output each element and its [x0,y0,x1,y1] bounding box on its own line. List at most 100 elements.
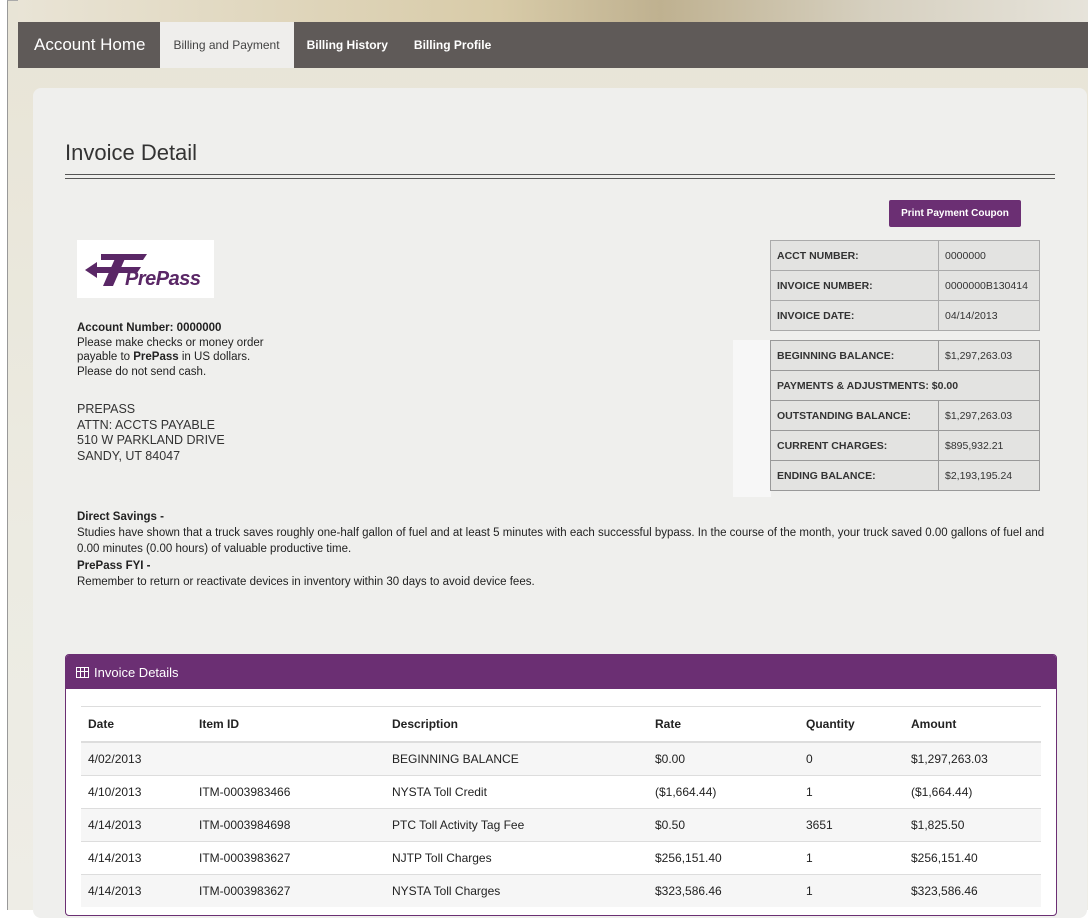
invoice-details-panel: Invoice Details Date Item ID Description… [65,654,1057,916]
direct-savings-text: Studies have shown that a truck saves ro… [77,527,1045,555]
cell-rate: $0.00 [648,741,799,776]
cell-description: PTC Toll Activity Tag Fee [385,808,648,842]
invoice-details-header: Invoice Details [66,655,1056,689]
tab-billing-and-payment[interactable]: Billing and Payment [159,22,294,68]
cell-amount: $1,297,263.03 [904,741,1041,776]
invoice-date-row: INVOICE DATE: 04/14/2013 [770,300,1040,331]
cell-amount: ($1,664.44) [904,775,1041,809]
invoice-details-title: Invoice Details [94,664,179,680]
address-line-4: SANDY, UT 84047 [77,448,181,463]
cell-description: NJTP Toll Charges [385,841,648,875]
tab-billing-profile[interactable]: Billing Profile [401,22,504,68]
cell-rate: $256,151.40 [648,841,799,875]
prepass-fyi: PrePass FYI - Remember to return or reac… [77,558,1067,590]
col-item-id: Item ID [192,706,385,743]
cell-amount: $1,825.50 [904,808,1041,842]
cell-rate: $323,586.46 [648,874,799,907]
instruction-line-1: Please make checks or money order [77,336,264,349]
ending-balance-row: ENDING BALANCE: $2,193,195.24 [770,460,1040,491]
account-number-line: Account Number: 0000000 [77,322,222,334]
table-row: 4/14/2013 ITM-0003984698 PTC Toll Activi… [81,808,1041,842]
payments-adjustments: PAYMENTS & ADJUSTMENTS: $0.00 [770,370,1040,401]
invoice-date-label: INVOICE DATE: [770,300,939,331]
cell-amount: $323,586.46 [904,874,1041,907]
direct-savings-heading: Direct Savings - [77,511,164,523]
table-header-row: Date Item ID Description Rate Quantity A… [81,706,1041,743]
account-summary-table: ACCT NUMBER: 0000000 INVOICE NUMBER: 000… [770,240,1040,331]
title-divider [65,174,1055,179]
cell-date: 4/14/2013 [81,808,192,842]
page-title: Invoice Detail [65,140,198,165]
col-amount: Amount [904,706,1041,743]
outstanding-balance-row: OUTSTANDING BALANCE: $1,297,263.03 [770,400,1040,431]
print-payment-coupon-button[interactable]: Print Payment Coupon [889,200,1021,227]
header-banner [18,0,1088,22]
table-grid-icon [76,666,89,678]
invoice-details-table: Date Item ID Description Rate Quantity A… [81,706,1041,907]
cell-quantity: 3651 [799,808,904,842]
address-line-3: 510 W PARKLAND DRIVE [77,433,225,447]
beginning-balance-value: $1,297,263.03 [938,340,1040,371]
nav-account-home[interactable]: Account Home [18,22,160,68]
cell-date: 4/02/2013 [81,741,192,776]
cell-rate: ($1,664.44) [648,775,799,809]
content-panel: Invoice Detail Print Payment Coupon PreP… [33,88,1087,918]
cell-item-id: ITM-0003983627 [192,841,385,875]
current-charges-row: CURRENT CHARGES: $895,932.21 [770,430,1040,461]
col-date: Date [81,706,192,743]
cell-date: 4/14/2013 [81,841,192,875]
table-row: 4/02/2013 BEGINNING BALANCE $0.00 0 $1,2… [81,741,1041,776]
cell-date: 4/10/2013 [81,775,192,809]
outstanding-balance-value: $1,297,263.03 [938,400,1040,431]
acct-number-label: ACCT NUMBER: [770,240,939,271]
table-row: 4/14/2013 ITM-0003983627 NYSTA Toll Char… [81,874,1041,907]
cell-item-id [192,741,385,776]
table-row: 4/14/2013 ITM-0003983627 NJTP Toll Charg… [81,841,1041,875]
tab-billing-history[interactable]: Billing History [294,22,401,68]
cell-quantity: 1 [799,874,904,907]
fyi-text: Remember to return or reactivate devices… [77,576,535,588]
instruction-line-2: payable to PrePass in US dollars. [77,351,251,363]
acct-number-row: ACCT NUMBER: 0000000 [770,240,1040,271]
cell-description: NYSTA Toll Credit [385,775,648,809]
fyi-heading: PrePass FYI - [77,560,151,572]
invoice-number-label: INVOICE NUMBER: [770,270,939,301]
invoice-number-row: INVOICE NUMBER: 0000000B130414 [770,270,1040,301]
prepass-logo: PrePass [77,240,214,298]
payments-row: PAYMENTS & ADJUSTMENTS: $0.00 [770,370,1040,401]
invoice-date-value: 04/14/2013 [938,300,1040,331]
invoice-number-value: 0000000B130414 [938,270,1040,301]
col-description: Description [385,706,648,743]
cell-rate: $0.50 [648,808,799,842]
current-charges-label: CURRENT CHARGES: [770,430,939,461]
cell-amount: $256,151.40 [904,841,1041,875]
acct-number-value: 0000000 [938,240,1040,271]
cell-item-id: ITM-0003984698 [192,808,385,842]
cell-date: 4/14/2013 [81,874,192,907]
col-quantity: Quantity [799,706,904,743]
address-line-1: PREPASS [77,402,136,416]
cell-quantity: 0 [799,741,904,776]
current-charges-value: $895,932.21 [938,430,1040,461]
logo-wordmark: PrePass [125,268,201,290]
table-row: 4/10/2013 ITM-0003983466 NYSTA Toll Cred… [81,775,1041,809]
cell-item-id: ITM-0003983466 [192,775,385,809]
ending-balance-label: ENDING BALANCE: [770,460,939,491]
direct-savings: Direct Savings - Studies have shown that… [77,509,1067,557]
payment-instructions: Account Number: 0000000 Please make chec… [77,321,264,379]
instruction-line-3: Please do not send cash. [77,365,207,378]
top-nav: Account Home Billing and Payment Billing… [18,22,1088,68]
cell-description: BEGINNING BALANCE [385,741,648,776]
cell-quantity: 1 [799,775,904,809]
cell-item-id: ITM-0003983627 [192,874,385,907]
balance-table: BEGINNING BALANCE: $1,297,263.03 PAYMENT… [770,340,1040,491]
col-rate: Rate [648,706,799,743]
balance-table-backdrop [733,340,771,497]
beginning-balance-row: BEGINNING BALANCE: $1,297,263.03 [770,340,1040,371]
address-line-2: ATTN: ACCTS PAYABLE [77,417,215,432]
cell-quantity: 1 [799,841,904,875]
remit-address: PREPASS ATTN: ACCTS PAYABLE 510 W PARKLA… [77,402,225,464]
ending-balance-value: $2,193,195.24 [938,460,1040,491]
beginning-balance-label: BEGINNING BALANCE: [770,340,939,371]
cell-description: NYSTA Toll Charges [385,874,648,907]
